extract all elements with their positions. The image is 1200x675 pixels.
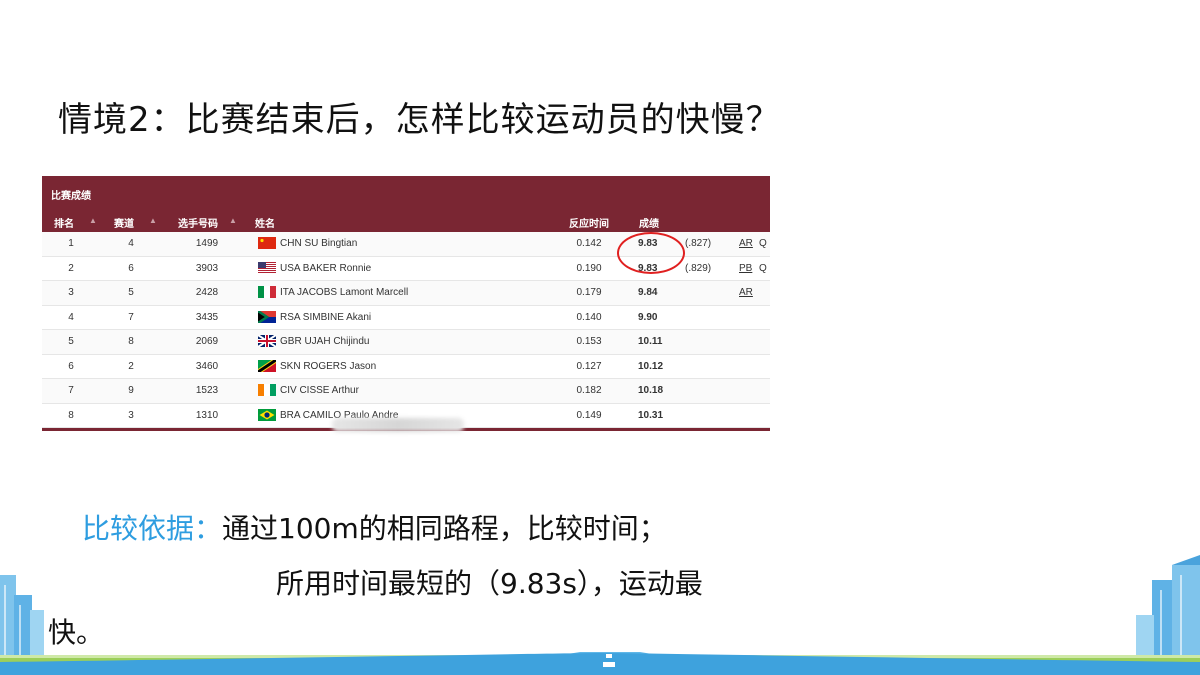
slide-title: 情境2：比赛结束后，怎样比较运动员的快慢？: [58, 100, 781, 140]
results-table-caption: 比赛成绩: [51, 191, 91, 202]
athlete-name-cell: ITA JACOBS Lamont Marcell: [280, 287, 409, 298]
reaction-time-cell: 0.182: [576, 385, 602, 396]
sort-icon[interactable]: ▲: [149, 216, 157, 225]
bib-cell: 1523: [195, 385, 219, 396]
table-row[interactable]: 4 7 3435 RSA SIMBINE Akani 0.140 9.90: [42, 306, 770, 330]
column-result[interactable]: 成绩: [639, 215, 659, 230]
result-cell: 9.90: [638, 311, 658, 323]
flag-gbr-icon: [258, 335, 276, 347]
result-cell: 9.84: [638, 287, 658, 298]
record-cell: AR: [739, 287, 753, 298]
lane-cell: 9: [128, 385, 134, 396]
column-name[interactable]: 姓名: [255, 215, 275, 230]
athlete-name-cell: RSA SIMBINE Akani: [280, 311, 372, 323]
qualified-cell: Q: [759, 262, 767, 274]
result-cell: 10.12: [638, 360, 664, 372]
results-table: 比赛成绩 排名 ▲ 赛道 ▲ 选手号码 ▲ 姓名 反应时间 成绩 1 4 1499 C…: [42, 176, 770, 431]
rank-cell: 4: [68, 311, 74, 323]
athlete-name-cell: USA BAKER Ronnie: [280, 262, 372, 274]
table-row[interactable]: 7 9 1523 CIV CISSE Arthur 0.182 10.18: [42, 379, 770, 404]
rank-cell: 2: [68, 262, 74, 274]
reaction-time-cell: 0.142: [576, 238, 602, 249]
reaction-time-cell: 0.140: [576, 311, 602, 323]
rank-cell: 8: [68, 409, 74, 421]
highlight-circle: [617, 232, 685, 274]
athlete-name-cell: CHN SU Bingtian: [280, 238, 358, 249]
rank-cell: 7: [68, 385, 74, 396]
lane-cell: 7: [128, 311, 134, 323]
sort-icon[interactable]: ▲: [89, 216, 97, 225]
lane-cell: 8: [128, 336, 134, 347]
lane-cell: 4: [128, 238, 134, 249]
thousandths-cell: (.829): [685, 262, 712, 274]
bib-cell: 3460: [195, 360, 219, 372]
rank-cell: 3: [68, 287, 74, 298]
athlete-name-cell: SKN ROGERS Jason: [280, 360, 377, 372]
reaction-time-cell: 0.179: [576, 287, 602, 298]
city-track-scenery: [0, 555, 1200, 675]
column-bib[interactable]: 选手号码: [178, 215, 218, 230]
lane-cell: 6: [128, 262, 134, 274]
thousandths-cell: (.827): [685, 238, 712, 249]
athlete-name-cell: GBR UJAH Chijindu: [280, 336, 370, 347]
bib-cell: 3435: [195, 311, 219, 323]
result-cell: 10.11: [638, 336, 663, 347]
result-cell: 10.31: [638, 409, 664, 421]
column-lane[interactable]: 赛道: [114, 215, 134, 230]
flag-usa-icon: [258, 261, 276, 274]
reaction-time-cell: 0.190: [576, 262, 602, 274]
flag-skn-icon: [258, 359, 276, 372]
rank-cell: 6: [68, 360, 74, 372]
bib-cell: 2069: [195, 336, 219, 347]
bib-cell: 1310: [195, 409, 219, 421]
result-cell: 10.18: [638, 385, 664, 396]
reaction-time-cell: 0.127: [576, 360, 602, 372]
column-rank[interactable]: 排名: [54, 215, 74, 230]
qualified-cell: Q: [759, 238, 767, 249]
reaction-time-cell: 0.149: [576, 409, 602, 421]
table-row[interactable]: 3 5 2428 ITA JACOBS Lamont Marcell 0.179 9.84…: [42, 281, 770, 306]
rank-cell: 1: [68, 238, 74, 249]
bib-cell: 2428: [195, 287, 219, 298]
reaction-time-cell: 0.153: [576, 336, 602, 347]
flag-rsa-icon: [258, 310, 276, 323]
record-cell: AR: [739, 238, 753, 249]
blurred-watermark: [332, 418, 464, 432]
flag-civ-icon: [258, 384, 276, 396]
flag-bra-icon: [258, 408, 276, 421]
lane-cell: 2: [128, 360, 134, 372]
rank-cell: 5: [68, 336, 74, 347]
athlete-name-cell: CIV CISSE Arthur: [280, 385, 359, 396]
results-table-header: 比赛成绩 排名 ▲ 赛道 ▲ 选手号码 ▲ 姓名 反应时间 成绩: [42, 176, 770, 232]
sort-icon[interactable]: ▲: [229, 216, 237, 225]
lane-cell: 5: [128, 287, 134, 298]
flag-ita-icon: [258, 286, 276, 298]
bib-cell: 1499: [195, 238, 219, 249]
table-row[interactable]: 6 2 3460 SKN ROGERS Jason 0.127 10.12: [42, 355, 770, 379]
table-row[interactable]: 5 8 2069 GBR UJAH Chijindu 0.153 10.11: [42, 330, 770, 355]
bib-cell: 3903: [195, 262, 219, 274]
record-cell: PB: [739, 262, 753, 274]
lane-cell: 3: [128, 409, 134, 421]
column-reaction[interactable]: 反应时间: [569, 215, 609, 230]
flag-chn-icon: [258, 237, 276, 249]
